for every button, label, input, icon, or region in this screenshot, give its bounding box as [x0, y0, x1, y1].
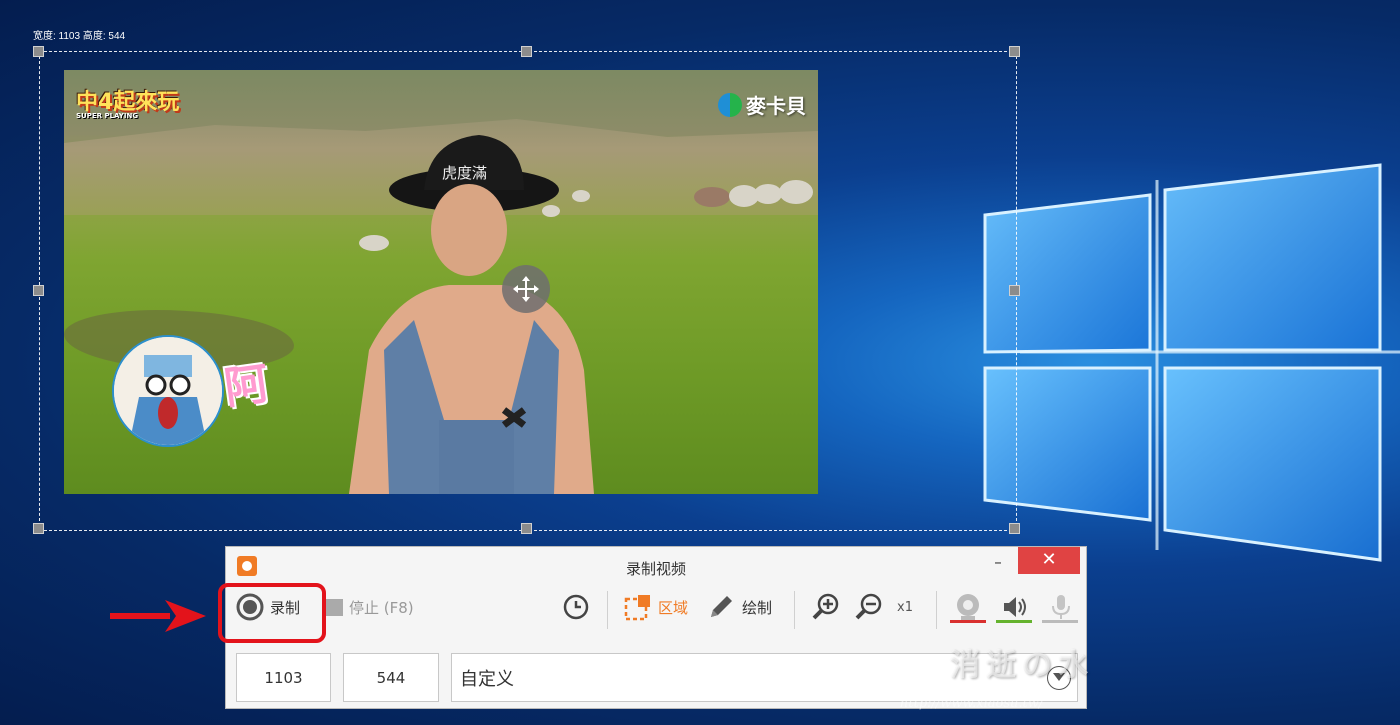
zoom-out-icon	[855, 593, 882, 620]
person-figure: 虎度滿	[349, 135, 594, 494]
sticker-text: 阿	[221, 358, 272, 415]
webcam-status-bar	[950, 620, 986, 623]
minimize-button[interactable]: –	[988, 555, 1008, 573]
channel-logo: 麥卡貝	[718, 90, 806, 119]
speaker-status-bar	[996, 620, 1032, 623]
resize-handle-left[interactable]	[33, 285, 44, 296]
move-handle-icon[interactable]	[502, 265, 550, 313]
resize-handle-bottom-left[interactable]	[33, 523, 44, 534]
draw-label: 绘制	[742, 598, 773, 617]
window-title: 录制视频	[625, 560, 686, 578]
reaction-sticker	[112, 335, 224, 447]
resize-handle-bottom-right[interactable]	[1009, 523, 1020, 534]
microphone-status-bar	[1042, 620, 1078, 623]
zoom-level: x1	[897, 599, 913, 615]
video-frame: 中4起來玩 SUPER PLAYING 麥卡貝 虎度滿 阿	[64, 70, 818, 494]
stop-label: 停止 (F8)	[349, 598, 414, 617]
sheep	[779, 180, 813, 204]
toolbar-separator	[794, 591, 795, 629]
arrow-annotation-icon	[110, 600, 206, 632]
record-video-window: 录制视频 – ✕ 录制 停止 (F8) 区域 绘制 x1 1103 544 自定…	[218, 546, 1087, 709]
schedule-button[interactable]	[563, 587, 589, 627]
region-label: 区域	[658, 598, 689, 617]
pencil-icon	[711, 596, 732, 617]
zoom-in-icon	[812, 593, 839, 620]
record-icon	[236, 593, 264, 621]
draw-button[interactable]: 绘制	[706, 587, 772, 627]
show-logo: 中4起來玩 SUPER PLAYING	[76, 84, 179, 120]
clock-icon	[563, 594, 589, 620]
speaker-icon	[1004, 597, 1026, 617]
watermark: 消逝の水	[950, 648, 1094, 683]
selection-dimensions-label: 宽度: 1103 高度: 544	[33, 31, 126, 42]
preset-value: 自定义	[460, 668, 514, 690]
toolbar-separator	[936, 591, 937, 629]
webcam-icon	[957, 594, 979, 620]
resize-handle-top-right[interactable]	[1009, 46, 1020, 57]
resize-handle-top[interactable]	[521, 46, 532, 57]
resize-handle-bottom[interactable]	[521, 523, 532, 534]
toolbar-separator	[607, 591, 608, 629]
microphone-icon	[1052, 595, 1070, 619]
channel-logo-icon	[718, 92, 742, 117]
stop-icon	[326, 598, 343, 616]
record-label: 录制	[270, 598, 301, 617]
width-input[interactable]: 1103	[236, 653, 331, 702]
height-input[interactable]: 544	[343, 653, 439, 702]
sheep	[754, 184, 782, 204]
zoom-in-button[interactable]	[811, 587, 841, 627]
sheep	[694, 187, 730, 207]
channel-logo-text: 麥卡貝	[746, 94, 806, 118]
watermark-url: http://www.xiaosu.tw/	[900, 696, 1044, 711]
zoom-out-button[interactable]	[854, 587, 884, 627]
resize-handle-top-left[interactable]	[33, 46, 44, 57]
title-bar[interactable]: 录制视频 – ✕	[226, 547, 1086, 587]
record-button[interactable]: 录制	[236, 587, 300, 627]
svg-text:虎度滿: 虎度滿	[442, 164, 487, 182]
region-icon	[624, 595, 650, 621]
region-button[interactable]: 区域	[624, 587, 688, 627]
close-button[interactable]: ✕	[1018, 547, 1080, 574]
stop-button[interactable]: 停止 (F8)	[326, 587, 414, 627]
resize-handle-right[interactable]	[1009, 285, 1020, 296]
